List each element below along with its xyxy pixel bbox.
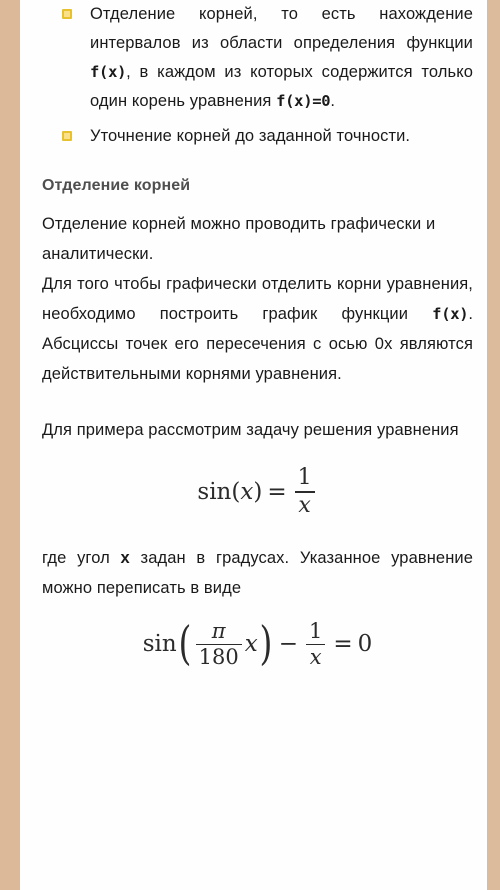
page-content: Отделение корней, то есть нахождение инт… — [20, 0, 487, 668]
formula-1-sin-label: sin — [197, 478, 232, 505]
formula-2-minus-sign: − — [278, 631, 298, 658]
paragraph-4-part-1: где угол — [42, 548, 121, 567]
page-left-edge — [0, 0, 20, 890]
formula-2-denominator-x: x — [309, 645, 322, 670]
bullet-square-icon — [62, 9, 72, 19]
list-item: Уточнение корней до заданной точности. — [42, 122, 473, 151]
formula-1-numerator: 1 — [297, 465, 312, 490]
bullet-1-text-part-3: . — [330, 92, 335, 110]
bullet-1-fx-equals-zero-token: f(x)=0 — [276, 92, 331, 110]
section-heading: Отделение корней — [42, 177, 191, 194]
formula-2-180-denominator: 180 — [198, 645, 239, 670]
formula-2-sin-label: sin — [142, 631, 177, 658]
paragraph-3: Для примера рассмотрим задачу решения ур… — [42, 421, 459, 439]
bullet-item-2-text: Уточнение корней до заданной точности. — [90, 127, 411, 145]
bullet-1-fx-token: f(x) — [90, 63, 127, 81]
list-item: Отделение корней, то есть нахождение инт… — [42, 0, 473, 116]
paragraph-4: где угол х задан в градусах. Указанное у… — [42, 543, 473, 603]
formula-1-close-paren: ) — [253, 478, 263, 505]
paragraph-2: Для того чтобы графически отделить корни… — [42, 269, 473, 389]
formula-sin-x-equals-one-over-x: sin(x) = 1 x — [42, 467, 473, 517]
paragraph-2-part-1: Для того чтобы графически отделить корни… — [42, 275, 473, 323]
formula-1-argument: x — [240, 478, 254, 505]
formula-2-variable-x: x — [244, 631, 258, 658]
page-right-edge — [487, 0, 500, 890]
page-paper: Отделение корней, то есть нахождение инт… — [20, 0, 487, 890]
formula-2-result: 0 — [357, 631, 373, 658]
formula-2-open-paren: ( — [178, 616, 192, 671]
paragraph-2-fx-token: f(x) — [432, 305, 469, 323]
paragraph-1: Отделение корней можно проводить графиче… — [42, 215, 436, 263]
formula-sin-pi-over-180-x-minus-one-over-x-equals-zero: sin ( π 180 x ) − 1 x = 0 — [42, 616, 473, 671]
definition-bullet-list: Отделение корней, то есть нахождение инт… — [42, 0, 473, 151]
formula-2-numerator-1: 1 — [308, 618, 323, 643]
formula-2-pi-numerator: π — [211, 618, 226, 643]
bullet-square-icon — [62, 131, 72, 141]
formula-2-close-paren: ) — [259, 616, 273, 671]
formula-1-open-paren: ( — [231, 478, 241, 505]
bullet-item-1-text: Отделение корней, то есть нахождение инт… — [90, 0, 473, 116]
bullet-1-text-part-1: Отделение корней, то есть нахождение инт… — [90, 5, 473, 52]
formula-2-one-over-x-fraction: 1 x — [305, 618, 326, 670]
formula-1-fraction: 1 x — [294, 465, 315, 518]
document-page: Отделение корней, то есть нахождение инт… — [0, 0, 500, 890]
formula-1-denominator: x — [298, 492, 311, 518]
formula-2-pi-over-180-fraction: π 180 — [195, 618, 242, 670]
paragraph-4-bold-x: х — [120, 548, 130, 567]
formula-2-equals-sign: = — [333, 631, 353, 658]
formula-1-equals-sign: = — [267, 478, 287, 505]
